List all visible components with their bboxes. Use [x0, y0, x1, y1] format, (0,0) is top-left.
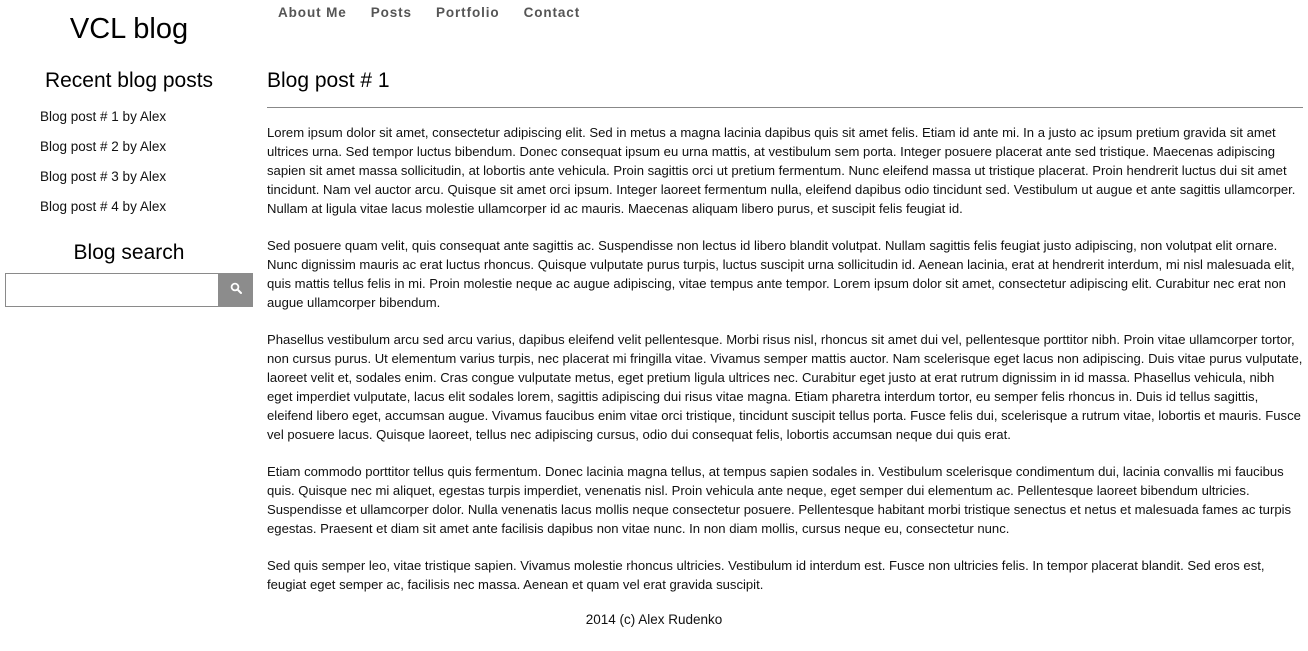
recent-posts-heading: Recent blog posts — [44, 69, 214, 92]
search-input[interactable] — [5, 273, 219, 307]
search-form — [5, 273, 253, 307]
site-title[interactable]: VCL blog — [0, 11, 258, 47]
recent-post-link[interactable]: Blog post # 2 by Alex — [40, 137, 166, 167]
nav-about-me[interactable]: About Me — [278, 4, 347, 22]
post-title: Blog post # 1 — [267, 69, 390, 92]
search-icon — [230, 281, 242, 299]
recent-post-link[interactable]: Blog post # 4 by Alex — [40, 197, 166, 227]
page: VCL blog Recent blog posts Blog post # 1… — [0, 0, 1308, 651]
top-navigation: About Me Posts Portfolio Contact — [278, 4, 604, 22]
footer-copyright: 2014 (c) Alex Rudenko — [585, 612, 723, 627]
post-paragraph: Lorem ipsum dolor sit amet, consectetur … — [267, 125, 1296, 216]
blog-search-heading: Blog search — [73, 241, 185, 264]
recent-posts-list: Blog post # 1 by Alex Blog post # 2 by A… — [40, 107, 166, 227]
post-content: Blog post # 1 Lorem ipsum dolor sit amet… — [267, 68, 1303, 612]
nav-posts[interactable]: Posts — [371, 4, 412, 22]
post-paragraph: Phasellus vestibulum arcu sed arcu variu… — [267, 332, 1303, 442]
post-paragraph: Sed quis semper leo, vitae tristique sap… — [267, 558, 1265, 592]
divider — [267, 107, 1303, 108]
recent-post-link[interactable]: Blog post # 3 by Alex — [40, 167, 166, 197]
post-body: Lorem ipsum dolor sit amet, consectetur … — [267, 123, 1303, 594]
post-paragraph: Sed posuere quam velit, quis consequat a… — [267, 238, 1295, 310]
nav-portfolio[interactable]: Portfolio — [436, 4, 500, 22]
nav-contact[interactable]: Contact — [524, 4, 581, 22]
search-button[interactable] — [218, 273, 253, 307]
post-paragraph: Etiam commodo porttitor tellus quis ferm… — [267, 464, 1292, 536]
recent-post-link[interactable]: Blog post # 1 by Alex — [40, 107, 166, 137]
